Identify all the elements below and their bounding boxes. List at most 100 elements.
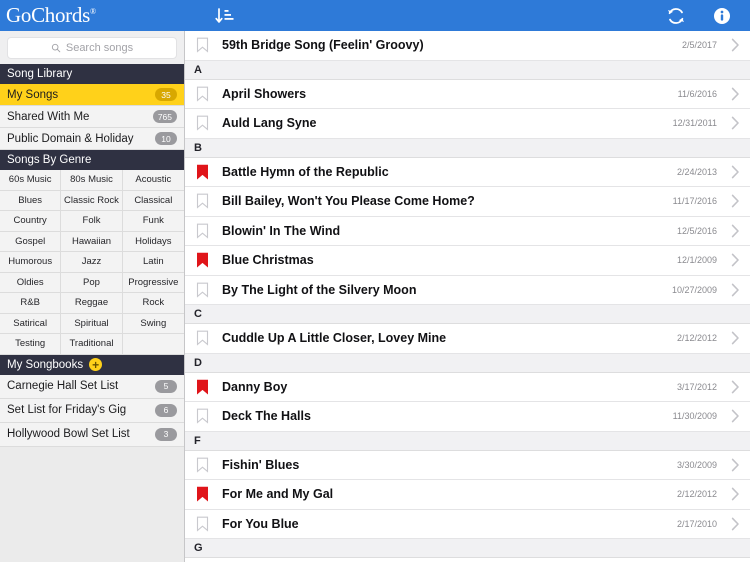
song-row[interactable]: Danny Boy 3/17/2012 — [185, 372, 750, 402]
sidebar-item-shared-with-me[interactable]: Shared With Me 765 — [0, 106, 184, 128]
genre-cell-reggae[interactable]: Reggae — [61, 293, 123, 314]
song-row[interactable]: Fishin' Blues 3/30/2009 — [185, 450, 750, 480]
song-row[interactable]: Blue Christmas 12/1/2009 — [185, 246, 750, 276]
song-row[interactable]: April Showers 11/6/2016 — [185, 79, 750, 109]
songbook-count-badge: 6 — [155, 403, 177, 417]
sidebar-section-song-library: Song Library — [0, 64, 184, 84]
bookmark-filled-icon[interactable] — [196, 379, 209, 395]
plus-circle-icon[interactable]: + — [89, 358, 103, 371]
bookmark-outline-icon[interactable] — [196, 115, 209, 131]
alpha-section-letter: A — [194, 63, 202, 76]
alpha-section-header: C — [185, 305, 750, 324]
refresh-icon[interactable] — [666, 6, 686, 26]
genre-cell-progressive[interactable]: Progressive — [122, 273, 184, 293]
song-row[interactable]: Deck The Halls 11/30/2009 — [185, 402, 750, 432]
song-row[interactable]: By The Light of the Silvery Moon 10/27/20… — [185, 275, 750, 305]
genre-cell-folk[interactable]: Folk — [61, 211, 123, 232]
song-row[interactable]: Blowin' In The Wind 12/5/2016 — [185, 216, 750, 246]
song-date: 3/17/2012 — [676, 381, 717, 392]
genre-cell-blues[interactable]: Blues — [0, 190, 62, 211]
song-row[interactable]: Cuddle Up A Little Closer, Lovey Mine 2/1… — [185, 324, 750, 354]
bookmark-outline-icon[interactable] — [196, 86, 209, 102]
chevron-right-icon — [731, 38, 739, 52]
song-title: 59th Bridge Song (Feelin' Groovy) — [222, 38, 424, 53]
song-row[interactable]: Auld Lang Syne 12/31/2011 — [185, 109, 750, 139]
song-row[interactable]: For Me and My Gal 2/12/2012 — [185, 480, 750, 510]
app-logo: GoChords® — [0, 0, 185, 31]
toolbar-actions — [666, 6, 750, 26]
bookmark-filled-icon[interactable] — [196, 164, 209, 180]
genre-cell-holidays[interactable]: Holidays — [122, 232, 184, 252]
songbook-item[interactable]: Hollywood Bowl Set List 3 — [0, 422, 184, 447]
song-title: Battle Hymn of the Republic — [222, 164, 389, 179]
songbook-label: Set List for Friday's Gig — [7, 404, 127, 416]
genre-cell-humorous[interactable]: Humorous — [0, 252, 62, 273]
genre-cell-jazz[interactable]: Jazz — [61, 252, 123, 273]
sidebar-item-label: Public Domain & Holiday — [7, 132, 134, 145]
songbook-item[interactable]: Carnegie Hall Set List 5 — [0, 374, 184, 399]
sidebar-item-count-badge: 35 — [155, 88, 177, 101]
bookmark-filled-icon[interactable] — [196, 252, 209, 268]
genre-cell-traditional[interactable]: Traditional — [61, 334, 123, 355]
genre-cell-spiritual[interactable]: Spiritual — [61, 313, 123, 334]
genre-cell-r-b[interactable]: R&B — [0, 293, 62, 314]
genre-cell-hawaiian[interactable]: Hawaiian — [61, 231, 123, 252]
search-icon — [51, 43, 61, 52]
search-container: Search songs — [0, 31, 184, 64]
song-title: Cuddle Up A Little Closer, Lovey Mine — [222, 331, 447, 346]
song-row[interactable]: 59th Bridge Song (Feelin' Groovy) 2/5/201… — [185, 31, 750, 61]
sort-ascending-icon[interactable] — [215, 6, 235, 26]
song-date: 2/24/2013 — [676, 166, 717, 177]
bookmark-outline-icon[interactable] — [196, 282, 209, 298]
bookmark-outline-icon[interactable] — [196, 408, 209, 424]
song-row[interactable]: Bill Bailey, Won't You Please Come Home?… — [185, 187, 750, 217]
genre-cell-satirical[interactable]: Satirical — [0, 313, 62, 334]
genre-cell-acoustic[interactable]: Acoustic — [122, 170, 184, 191]
sidebar-item-my-songs[interactable]: My Songs 35 — [0, 84, 184, 106]
chevron-right-icon — [731, 194, 739, 208]
bookmark-outline-icon[interactable] — [196, 37, 209, 53]
genre-cell-classical[interactable]: Classical — [122, 191, 184, 211]
bookmark-outline-icon[interactable] — [196, 457, 209, 473]
sort-button[interactable] — [185, 6, 265, 26]
song-date: 2/12/2012 — [676, 333, 717, 344]
app-logo-text: GoChords® — [6, 5, 96, 26]
songbook-label: Hollywood Bowl Set List — [7, 428, 130, 440]
alpha-section-header: A — [185, 60, 750, 80]
bookmark-outline-icon[interactable] — [196, 516, 209, 532]
genre-cell-testing[interactable]: Testing — [0, 334, 62, 355]
genre-cell-gospel[interactable]: Gospel — [0, 231, 62, 252]
bookmark-filled-icon[interactable] — [196, 486, 209, 502]
genre-cell-country[interactable]: Country — [0, 211, 62, 232]
alpha-section-header: F — [185, 431, 750, 451]
chevron-right-icon — [731, 253, 739, 267]
sidebar-item-count-badge: 10 — [155, 132, 177, 145]
bookmark-outline-icon[interactable] — [196, 330, 209, 346]
songbook-item[interactable]: Set List for Friday's Gig 6 — [0, 398, 184, 423]
genre-cell-latin[interactable]: Latin — [122, 252, 184, 273]
song-row[interactable]: Battle Hymn of the Republic 2/24/2013 — [185, 157, 750, 187]
genre-cell-pop[interactable]: Pop — [61, 272, 123, 293]
genre-cell-rock[interactable]: Rock — [122, 293, 184, 314]
songbook-count-badge: 3 — [155, 427, 177, 441]
song-date: 12/31/2011 — [672, 118, 717, 129]
alpha-section-letter: C — [194, 308, 202, 320]
bookmark-outline-icon[interactable] — [196, 223, 209, 239]
genre-cell-oldies[interactable]: Oldies — [0, 272, 62, 293]
library-list: My Songs 35 Shared With Me 765 Public Domain… — [0, 84, 184, 150]
alpha-section-header: D — [185, 353, 750, 373]
genre-cell-80s-music[interactable]: 80s Music — [61, 170, 123, 191]
info-icon[interactable] — [712, 6, 732, 26]
genre-cell-swing[interactable]: Swing — [122, 314, 184, 334]
sidebar-item-public-domain-holiday[interactable]: Public Domain & Holiday 10 — [0, 128, 184, 150]
bookmark-outline-icon[interactable] — [196, 193, 209, 209]
song-row[interactable]: For You Blue 2/17/2010 — [185, 509, 750, 539]
genre-cell-funk[interactable]: Funk — [122, 211, 184, 232]
chevron-right-icon — [731, 87, 739, 101]
song-date: 2/17/2010 — [676, 518, 717, 529]
song-date: 12/1/2009 — [676, 255, 717, 266]
genre-cell-60s-music[interactable]: 60s Music — [0, 170, 62, 191]
genre-cell-classic-rock[interactable]: Classic Rock — [61, 190, 123, 211]
song-title: Fishin' Blues — [222, 457, 300, 472]
search-input[interactable]: Search songs — [7, 36, 177, 59]
